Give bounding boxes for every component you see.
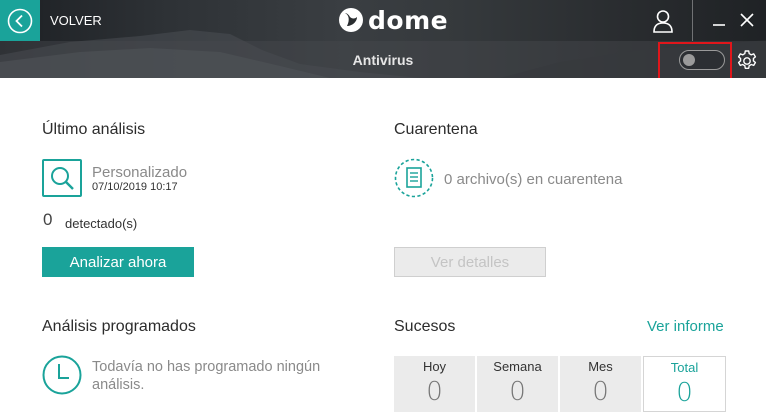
panda-logo-icon [339,8,363,32]
scan-type: Personalizado [92,164,188,181]
close-icon [740,13,754,27]
detected-label: detectado(s) [65,216,138,231]
stat-value: 0 [676,378,693,408]
clock-icon [42,355,82,395]
app-header: VOLVER dome Antivirus [0,0,766,78]
scan-now-button[interactable]: Analizar ahora [42,247,194,277]
minimize-icon [713,24,725,26]
brand-name: dome [368,5,449,35]
stat-month[interactable]: Mes 0 [560,356,641,412]
stat-label: Total [670,360,699,375]
back-label[interactable]: VOLVER [50,13,102,28]
stat-value: 0 [592,377,609,407]
brand-logo: dome [338,5,449,35]
quarantine-count: 0 archivo(s) en cuarentena [444,171,623,188]
detected-count: 0 [43,210,53,229]
settings-button[interactable] [735,49,759,73]
quarantine-icon [394,158,434,198]
stat-week[interactable]: Semana 0 [477,356,558,412]
event-stats: Hoy 0 Semana 0 Mes 0 Total 0 [394,356,726,412]
scheduled-title: Análisis programados [42,318,196,335]
stat-value: 0 [426,377,443,407]
quarantine-title: Cuarentena [394,121,478,138]
scheduled-text: Todavía no has programado ningún análisi… [92,359,321,393]
antivirus-toggle[interactable] [679,50,725,70]
user-icon [653,10,673,33]
scan-date: 07/10/2019 10:17 [92,181,178,193]
stat-value: 0 [509,377,526,407]
sub-header: Antivirus [0,41,766,78]
stat-label: Semana [493,359,542,374]
toggle-knob [683,54,695,66]
scan-icon-box [42,159,82,197]
stat-total[interactable]: Total 0 [643,356,726,412]
stat-label: Hoy [422,359,447,374]
account-button[interactable] [650,8,676,34]
view-details-button: Ver detalles [394,247,546,277]
stat-today[interactable]: Hoy 0 [394,356,475,412]
title-bar: VOLVER dome [0,0,766,41]
chevron-left-icon [7,8,33,33]
page-title: Antivirus [352,52,414,68]
back-button[interactable] [0,0,40,41]
close-button[interactable] [739,12,755,28]
stat-label: Mes [588,359,613,374]
last-scan-title: Último análisis [42,121,146,138]
view-report-link[interactable]: Ver informe [647,318,724,335]
minimize-button[interactable] [711,10,727,30]
gear-icon [737,50,757,69]
events-title: Sucesos [394,318,456,335]
divider [692,0,693,41]
search-icon [51,167,74,190]
